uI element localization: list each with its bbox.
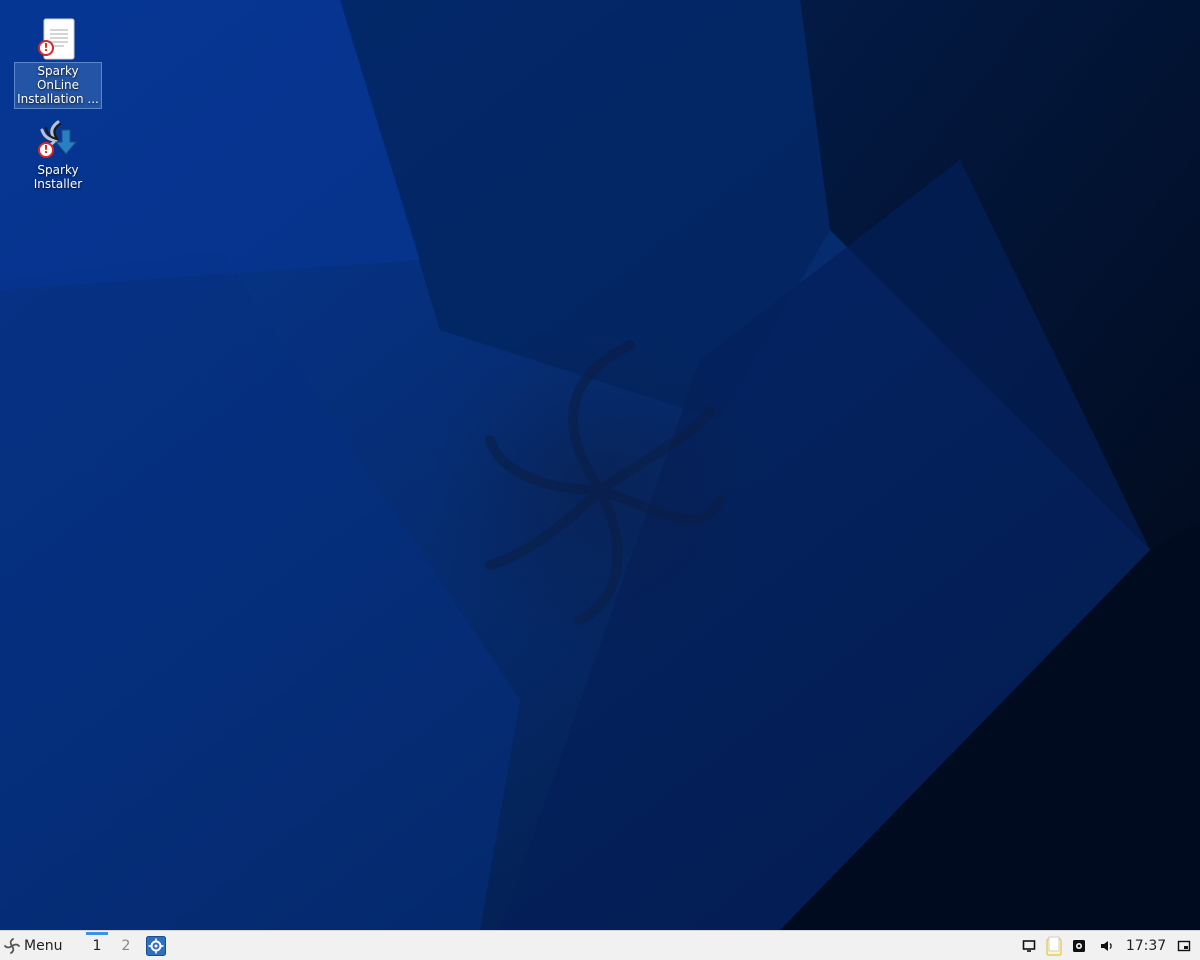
menu-button[interactable]: Menu bbox=[4, 931, 68, 960]
screenshot-tray-button[interactable] bbox=[1068, 931, 1090, 960]
sparky-installer-icon: ! bbox=[36, 118, 80, 162]
screen-icon bbox=[1022, 939, 1036, 952]
desktop[interactable]: ! Sparky OnLine Installation ... ! Spark… bbox=[0, 0, 1200, 930]
taskbar: Menu 1 2 17:37 bbox=[0, 930, 1200, 960]
system-settings-icon bbox=[146, 935, 166, 956]
warning-badge-icon: ! bbox=[38, 142, 54, 158]
workspace-2-button[interactable]: 2 bbox=[113, 931, 139, 960]
show-desktop-button[interactable] bbox=[1174, 931, 1194, 960]
warning-badge-icon: ! bbox=[38, 40, 54, 56]
desktop-icon-sparky-online-installation[interactable]: ! Sparky OnLine Installation ... bbox=[14, 18, 102, 109]
system-settings-launcher[interactable] bbox=[144, 931, 168, 960]
show-desktop-icon bbox=[1177, 940, 1191, 951]
clock-time: 17:37 bbox=[1125, 937, 1167, 954]
screen-tray-button[interactable] bbox=[1018, 931, 1040, 960]
text-document-icon: ! bbox=[36, 18, 80, 62]
workspace-1-button[interactable]: 1 bbox=[84, 931, 110, 960]
desktop-icon-sparky-installer[interactable]: ! Sparky Installer bbox=[14, 118, 102, 193]
volume-tray-button[interactable] bbox=[1096, 931, 1118, 960]
clipboard-tray-button[interactable] bbox=[1043, 931, 1065, 960]
workspace-label: 2 bbox=[121, 937, 131, 954]
desktop-icon-label: Sparky OnLine Installation ... bbox=[14, 62, 102, 109]
menu-label: Menu bbox=[24, 937, 63, 954]
sparky-logo-icon bbox=[4, 937, 20, 954]
workspace-label: 1 bbox=[92, 937, 102, 954]
screenshot-icon bbox=[1073, 939, 1085, 952]
clipboard-icon bbox=[1046, 936, 1062, 956]
clock[interactable]: 17:37 bbox=[1122, 931, 1170, 960]
volume-icon bbox=[1101, 940, 1112, 951]
desktop-icon-label: Sparky Installer bbox=[33, 163, 83, 191]
desktop-wallpaper bbox=[0, 0, 1200, 930]
